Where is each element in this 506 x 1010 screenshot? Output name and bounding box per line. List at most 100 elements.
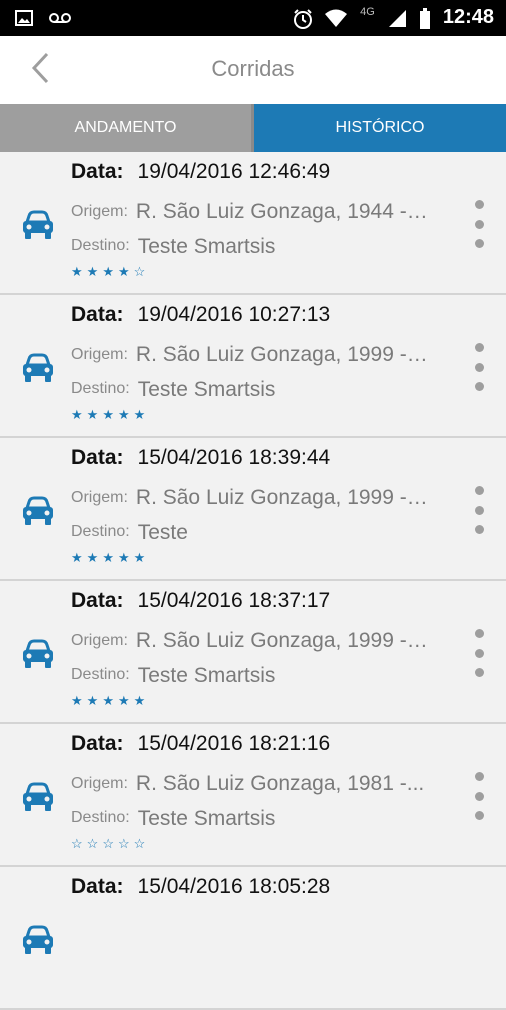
more-vert-icon-dot — [474, 219, 484, 229]
star-filled-icon: ★ — [133, 550, 146, 565]
star-outline-icon: ☆ — [133, 836, 146, 851]
star-filled-icon: ★ — [71, 264, 83, 279]
tab-andamento[interactable]: ANDAMENTO — [0, 104, 254, 152]
page-title: Corridas — [211, 56, 295, 81]
ride-origin-line: Origem: R. São Luiz Gonzaga, 1944 - ... — [71, 200, 430, 224]
more-vert-icon — [474, 343, 484, 352]
star-filled-icon: ★ — [86, 550, 99, 565]
ride-origin-line: Origem: R. São Luiz Gonzaga, 1999 - ... — [71, 343, 430, 367]
more-vert-icon-dot — [474, 668, 484, 677]
tab-historico[interactable]: HISTÓRICO — [254, 104, 506, 152]
ride-destination: Teste — [137, 521, 188, 544]
ride-destination-line: Destino: Teste Smartsis — [71, 378, 275, 402]
ride-list-item[interactable]: Data: 15/04/2016 18:39:44 Origem: R. São L… — [0, 438, 506, 581]
car-icon — [20, 923, 56, 957]
car-icon — [20, 494, 56, 528]
more-vert-icon — [474, 200, 484, 209]
more-options-button[interactable] — [470, 343, 488, 391]
star-filled-icon: ★ — [117, 550, 130, 565]
ride-origin: R. São Luiz Gonzaga, 1981 -... — [135, 772, 425, 795]
origin-label: Origem: — [71, 489, 128, 506]
more-vert-icon-dot — [474, 525, 484, 534]
destination-label: Destino: — [71, 380, 130, 397]
origin-label: Origem: — [71, 775, 128, 792]
ride-rating: ★ ★ ★ ★ ★ — [71, 408, 145, 422]
more-vert-icon — [474, 629, 484, 638]
ride-rating: ★ ★ ★ ★ ☆ — [71, 265, 145, 279]
star-filled-icon: ★ — [86, 693, 99, 708]
wifi-icon — [324, 8, 348, 28]
status-bar: 4G 12:48 — [0, 0, 506, 36]
car-icon — [20, 637, 56, 671]
ride-destination: Teste Smartsis — [137, 664, 276, 687]
ride-destination-line: Destino: Teste — [71, 521, 188, 545]
more-vert-icon — [474, 486, 484, 495]
star-filled-icon: ★ — [86, 264, 99, 279]
tab-bar: ANDAMENTO HISTÓRICO — [0, 104, 506, 152]
star-filled-icon: ★ — [71, 693, 83, 708]
star-filled-icon: ★ — [117, 693, 130, 708]
star-filled-icon: ★ — [102, 693, 114, 708]
ride-rating: ★ ★ ★ ★ ★ — [71, 694, 145, 708]
ride-list-item[interactable]: Data: 15/04/2016 18:37:17 Origem: R. São L… — [0, 581, 506, 724]
ride-list-item[interactable]: Data: 15/04/2016 18:21:16 Origem: R. São L… — [0, 724, 506, 867]
ride-list-item[interactable]: Data: 19/04/2016 10:27:13 Origem: R. São L… — [0, 295, 506, 438]
star-outline-icon: ☆ — [71, 836, 83, 851]
star-filled-icon: ★ — [102, 407, 114, 422]
more-vert-icon-dot — [474, 239, 484, 248]
star-filled-icon: ★ — [102, 550, 114, 565]
voicemail-icon — [48, 8, 72, 28]
destination-label: Destino: — [71, 237, 130, 254]
more-vert-icon-dot — [474, 811, 484, 820]
ride-list-item[interactable]: Data:15/04/2016 18:05:28 Origem: Destino… — [0, 867, 506, 1010]
star-filled-icon: ★ — [86, 407, 99, 422]
ride-origin: R. São Luiz Gonzaga, 1944 - ... — [135, 200, 430, 223]
date-label: Data: — [71, 875, 124, 898]
car-icon — [20, 780, 56, 814]
more-vert-icon — [474, 772, 484, 781]
date-label: Data: — [71, 732, 124, 755]
ride-date-line: Data: 15/04/2016 18:21:16 — [71, 732, 330, 756]
ride-list-item[interactable]: Data: 19/04/2016 12:46:49 Origem: R. São L… — [0, 152, 506, 295]
ride-origin-line: Origem: R. São Luiz Gonzaga, 1999 - ... — [71, 629, 430, 653]
clock: 12:48 — [442, 6, 494, 28]
star-outline-icon: ☆ — [86, 836, 99, 851]
ride-origin: R. São Luiz Gonzaga, 1999 - ... — [135, 629, 430, 652]
ride-date: 15/04/2016 18:37:17 — [137, 589, 331, 612]
date-label: Data: — [71, 303, 124, 326]
ride-date: 19/04/2016 12:46:49 — [137, 160, 331, 183]
date-label: Data: — [71, 589, 124, 612]
more-options-button[interactable] — [470, 629, 488, 677]
ride-destination: Teste Smartsis — [137, 378, 276, 401]
star-filled-icon: ★ — [71, 407, 83, 422]
more-options-button[interactable] — [470, 200, 488, 248]
origin-label: Origem: — [71, 203, 128, 220]
ride-origin-line: Origem: R. São Luiz Gonzaga, 1999 - ... — [71, 486, 430, 510]
ride-date: 15/04/2016 18:39:44 — [137, 446, 331, 469]
ride-date: 15/04/2016 18:21:16 — [137, 732, 331, 755]
ride-origin: R. São Luiz Gonzaga, 1999 - ... — [135, 343, 430, 366]
ride-rating: ☆ ☆ ☆ ☆ ☆ — [71, 837, 145, 851]
rides-list: Data: 19/04/2016 12:46:49 Origem: R. São L… — [0, 152, 506, 1010]
ride-origin-line: Origem: R. São Luiz Gonzaga, 1981 -... — [71, 772, 424, 796]
date-label: Data: — [71, 160, 124, 183]
star-outline-icon: ☆ — [102, 836, 114, 851]
more-options-button[interactable] — [470, 772, 488, 820]
ride-destination-line: Destino: Teste Smartsis — [71, 664, 275, 688]
signal-icon — [387, 8, 407, 28]
network-type: 4G — [360, 5, 375, 18]
battery-icon — [419, 7, 431, 29]
more-options-button[interactable] — [470, 486, 488, 534]
more-vert-icon-dot — [474, 505, 484, 515]
more-vert-icon-dot — [474, 791, 484, 801]
car-icon — [20, 351, 56, 385]
alarm-icon — [292, 8, 313, 29]
origin-label: Origem: — [71, 632, 128, 649]
star-filled-icon: ★ — [102, 264, 114, 279]
ride-destination-line: Destino: Teste Smartsis — [71, 235, 275, 259]
ride-destination: Teste Smartsis — [137, 807, 276, 830]
ride-date-line: Data: 15/04/2016 18:37:17 — [71, 589, 330, 613]
ride-date: 19/04/2016 10:27:13 — [137, 303, 331, 326]
destination-label: Destino: — [71, 666, 130, 683]
ride-date-line: Data: 15/04/2016 18:05:28 — [71, 875, 330, 899]
